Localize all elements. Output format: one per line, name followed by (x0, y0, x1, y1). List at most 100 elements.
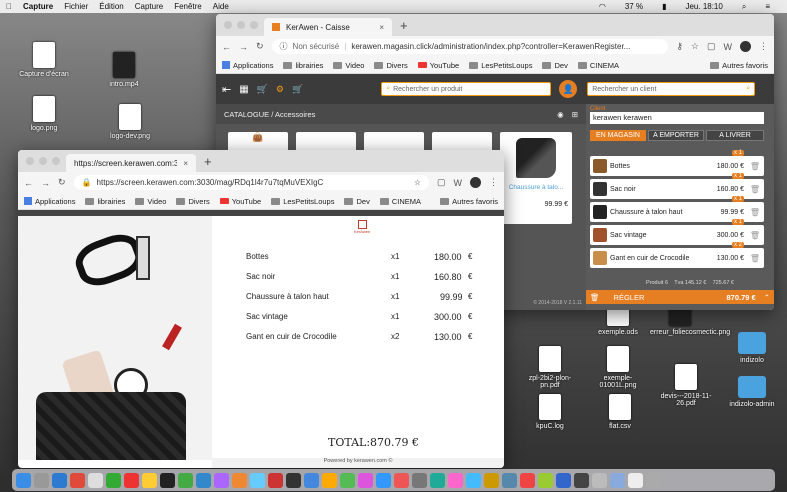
app-icon[interactable] (430, 472, 445, 488)
browser-tab[interactable]: https://screen.kerawen.com:30... × (66, 154, 196, 172)
apple-icon[interactable]:  (6, 2, 12, 11)
bookmark-video[interactable]: Video (135, 197, 166, 206)
app-icon[interactable] (196, 472, 211, 488)
close-tab-icon[interactable]: × (379, 23, 384, 32)
menu-icon[interactable]: ⋮ (489, 177, 498, 188)
product-tile[interactable] (364, 132, 424, 152)
desktop-folder[interactable]: indizolo-admin (722, 376, 782, 408)
desktop-file[interactable]: Capture d'écran (14, 42, 74, 78)
desktop-file[interactable]: devis---2018-11-26.pdf (656, 364, 716, 407)
product-tile[interactable] (432, 132, 492, 152)
menu-list-icon[interactable]: ≡ (765, 2, 770, 11)
app-icon[interactable] (394, 472, 409, 488)
app-icon[interactable] (592, 472, 607, 488)
add-icon[interactable]: ⊞ (572, 110, 578, 119)
wifi-icon[interactable]: ◠ (599, 2, 606, 11)
add-client-button[interactable]: 👤 (559, 80, 578, 98)
key-icon[interactable]: ⚷ (676, 41, 683, 52)
cart-icon[interactable]: 🛒 (292, 84, 303, 95)
menu-fichier[interactable]: Fichier (64, 2, 88, 11)
pay-button[interactable]: RÉGLER (614, 293, 645, 302)
app-icon[interactable] (412, 472, 427, 488)
flag-icon[interactable]: ▮ (662, 2, 666, 11)
desktop-file[interactable]: exemple-01001L.png (588, 346, 648, 389)
bookmark-librairies[interactable]: librairies (85, 197, 125, 206)
menu-fenetre[interactable]: Fenêtre (174, 2, 202, 11)
clock[interactable]: Jeu. 18:10 (685, 2, 722, 11)
chevron-up-icon[interactable]: ⌃ (764, 293, 770, 302)
desktop-file[interactable]: logo-dev.png (100, 104, 160, 140)
mode-a-emporter[interactable]: A EMPORTER (648, 130, 704, 141)
product-tile[interactable]: 👜 (228, 132, 288, 152)
bookmark-divers[interactable]: Divers (176, 197, 210, 206)
app-icon[interactable] (322, 472, 337, 488)
client-search-input[interactable]: Rechercher un client ⌕ (587, 82, 756, 96)
app-icon[interactable] (484, 472, 499, 488)
app-icon[interactable] (304, 472, 319, 488)
app-icon[interactable] (214, 472, 229, 488)
bookmark-librairies[interactable]: librairies (283, 61, 323, 70)
extension-icon[interactable]: ▢ (437, 177, 446, 188)
trash-icon[interactable]: 🗑 (750, 208, 760, 217)
bookmark-applications[interactable]: Applications (222, 61, 273, 70)
bookmark-youtube[interactable]: YouTube (219, 197, 261, 206)
bookmark-dev[interactable]: Dev (344, 197, 370, 206)
customer-field[interactable]: kerawen kerawen (590, 112, 764, 124)
extension-icon[interactable]: W (724, 42, 733, 52)
bookmark-cinema[interactable]: CINEMA (577, 61, 619, 70)
window-controls[interactable] (224, 21, 258, 29)
url-field[interactable]: 🔒 https://screen.kerawen.com:3030/mag/RD… (73, 175, 429, 190)
star-icon[interactable]: ☆ (414, 178, 421, 187)
product-tile[interactable] (296, 132, 356, 152)
app-icon[interactable] (250, 472, 265, 488)
app-icon[interactable] (574, 472, 589, 488)
app-icon[interactable] (538, 472, 553, 488)
close-tab-icon[interactable]: × (183, 159, 188, 168)
back-icon[interactable]: ← (222, 42, 231, 52)
reload-icon[interactable]: ↻ (256, 41, 264, 52)
reload-icon[interactable]: ↻ (58, 177, 66, 188)
bookmark-divers[interactable]: Divers (374, 61, 408, 70)
cart-line[interactable]: Gant en cuir de Crocodile x 2 130.00 € 🗑 (590, 242, 764, 268)
bookmark-dev[interactable]: Dev (542, 61, 568, 70)
extension-icon[interactable]: ▢ (707, 41, 716, 52)
menu-edition[interactable]: Édition (99, 2, 123, 11)
messages-icon[interactable] (106, 472, 121, 488)
app-icon[interactable] (520, 472, 535, 488)
forward-icon[interactable]: → (41, 178, 50, 188)
avatar[interactable] (470, 177, 481, 188)
app-icon[interactable] (466, 472, 481, 488)
menu-aide[interactable]: Aide (213, 2, 229, 11)
breadcrumb[interactable]: CATALOGUE / Accessoires (224, 110, 315, 119)
browser-tab[interactable]: KerAwen - Caisse × (264, 18, 392, 36)
product-search-input[interactable]: ⌕ Rechercher un produit (381, 82, 552, 96)
desktop-file[interactable]: intro.mp4 (94, 52, 154, 88)
trash-icon[interactable]: 🗑 (750, 231, 760, 240)
bookmark-other[interactable]: Autres favoris (440, 197, 498, 206)
app-icon[interactable] (340, 472, 355, 488)
url-field[interactable]: ⓘ Non sécurisé | kerawen.magasin.click/a… (271, 39, 669, 54)
terminal-icon[interactable] (160, 472, 175, 488)
mode-a-livrer[interactable]: A LIVRER (706, 130, 764, 141)
bookmark-other[interactable]: Autres favoris (710, 61, 768, 70)
app-icon[interactable] (376, 472, 391, 488)
extension-icon[interactable]: W (454, 178, 463, 188)
app-icon[interactable] (268, 472, 283, 488)
avatar[interactable] (740, 41, 751, 52)
calendar-icon[interactable] (124, 472, 139, 488)
bookmark-cinema[interactable]: CINEMA (379, 197, 421, 206)
grid-icon[interactable]: ▦ (239, 84, 248, 95)
safari-icon[interactable] (52, 472, 67, 488)
launchpad-icon[interactable] (34, 472, 49, 488)
app-icon[interactable] (178, 472, 193, 488)
bookmark-lespetitsloups[interactable]: LesPetitsLoups (271, 197, 334, 206)
menu-icon[interactable]: ⋮ (759, 41, 768, 52)
bookmark-applications[interactable]: Applications (24, 197, 75, 206)
eye-icon[interactable]: ◉ (557, 110, 564, 119)
star-icon[interactable]: ☆ (691, 41, 699, 52)
window-controls[interactable] (26, 157, 60, 165)
app-icon[interactable] (232, 472, 247, 488)
tools-icon[interactable]: ⚙ (276, 84, 284, 95)
back-icon[interactable]: ← (24, 178, 33, 188)
desktop-file[interactable]: logo.png (14, 96, 74, 132)
